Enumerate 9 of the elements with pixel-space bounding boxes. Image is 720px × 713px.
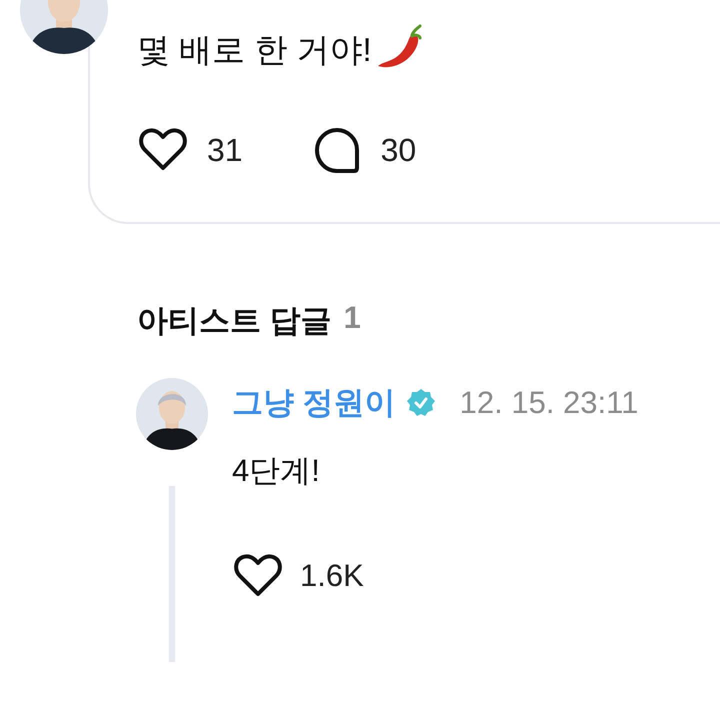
reply-count: 1 <box>344 300 361 337</box>
reply-count: 30 <box>380 132 416 168</box>
comment-text: 몇 배로 한 거야! <box>137 30 372 70</box>
reply-text: 4단계! <box>232 452 321 490</box>
like-count: 1.6K <box>300 558 364 594</box>
like-count: 31 <box>207 132 243 168</box>
author-name[interactable]: 그냥 정원이 <box>232 382 396 424</box>
section-title: 아티스트 답글 <box>137 302 332 340</box>
timestamp: 12. 15. 23:11 <box>460 385 638 421</box>
